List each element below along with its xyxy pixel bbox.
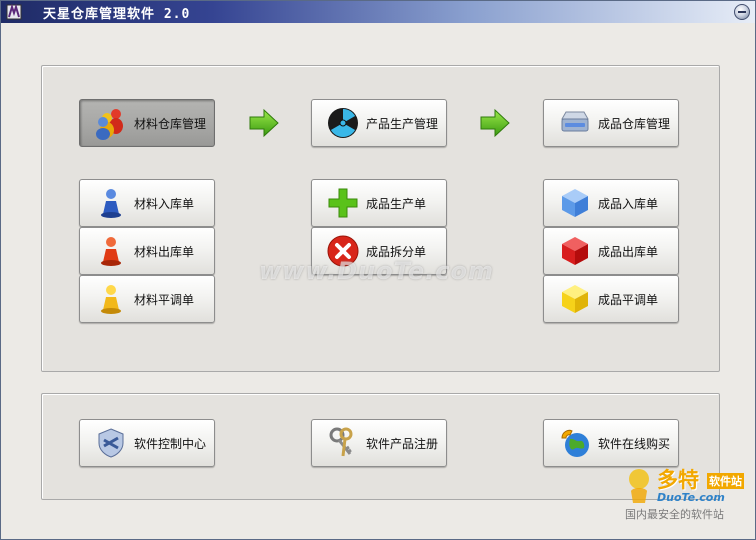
yellow-cube-icon: [558, 282, 592, 316]
material-out-label: 材料出库单: [134, 244, 195, 259]
product-in-label: 成品入库单: [598, 196, 659, 211]
material-adjust-label: 材料平调单: [134, 292, 195, 307]
product-produce-label: 成品生产单: [366, 196, 427, 211]
window-title: 天星仓库管理软件 2.0: [43, 7, 191, 22]
product-warehouse-label: 成品仓库管理: [598, 116, 671, 131]
watermark-brand: 多特: [657, 468, 699, 492]
minimize-circle-icon[interactable]: [734, 4, 750, 20]
product-produce-button[interactable]: 成品生产单: [311, 179, 447, 227]
blue-pawn-icon: [94, 186, 128, 220]
radiation-disc-icon: [326, 106, 360, 140]
online-buy-button[interactable]: 软件在线购买: [543, 419, 679, 467]
keys-icon: [326, 426, 360, 460]
product-out-label: 成品出库单: [598, 244, 659, 259]
app-window: 天星仓库管理软件 2.0 材料仓库管理 产品生产管理 成品仓库管理 材料入库单 …: [0, 0, 756, 540]
red-cube-icon: [558, 234, 592, 268]
globe-phone-icon: [558, 426, 592, 460]
blue-cube-icon: [558, 186, 592, 220]
control-center-button[interactable]: 软件控制中心: [79, 419, 215, 467]
title-bar[interactable]: 天星仓库管理软件 2.0: [1, 1, 755, 23]
product-warehouse-button[interactable]: 成品仓库管理: [543, 99, 679, 147]
product-adjust-button[interactable]: 成品平调单: [543, 275, 679, 323]
center-watermark: www.DuoTe.com: [259, 257, 494, 285]
green-arrow-right-icon: [479, 107, 511, 139]
control-center-label: 软件控制中心: [134, 436, 207, 451]
product-register-button[interactable]: 软件产品注册: [311, 419, 447, 467]
material-in-label: 材料入库单: [134, 196, 195, 211]
product-out-button[interactable]: 成品出库单: [543, 227, 679, 275]
product-register-label: 软件产品注册: [366, 436, 439, 451]
red-pawn-icon: [94, 234, 128, 268]
online-buy-label: 软件在线购买: [598, 436, 671, 451]
material-adjust-button[interactable]: 材料平调单: [79, 275, 215, 323]
people-group-icon: [94, 106, 128, 140]
product-adjust-label: 成品平调单: [598, 292, 659, 307]
production-management-button[interactable]: 产品生产管理: [311, 99, 447, 147]
app-logo-icon: [6, 3, 22, 20]
watermark-slogan: 国内最安全的软件站: [625, 508, 724, 521]
shield-icon: [94, 426, 128, 460]
hard-drive-icon: [558, 106, 592, 140]
yellow-pawn-icon: [94, 282, 128, 316]
material-warehouse-button[interactable]: 材料仓库管理: [79, 99, 215, 147]
material-out-button[interactable]: 材料出库单: [79, 227, 215, 275]
green-arrow-right-icon: [248, 107, 280, 139]
material-warehouse-label: 材料仓库管理: [134, 116, 207, 131]
watermark-brand-suffix: 软件站: [707, 473, 744, 489]
material-in-button[interactable]: 材料入库单: [79, 179, 215, 227]
product-in-button[interactable]: 成品入库单: [543, 179, 679, 227]
watermark-site: DuoTe.com: [657, 491, 725, 504]
green-plus-icon: [326, 186, 360, 220]
production-management-label: 产品生产管理: [366, 116, 439, 131]
